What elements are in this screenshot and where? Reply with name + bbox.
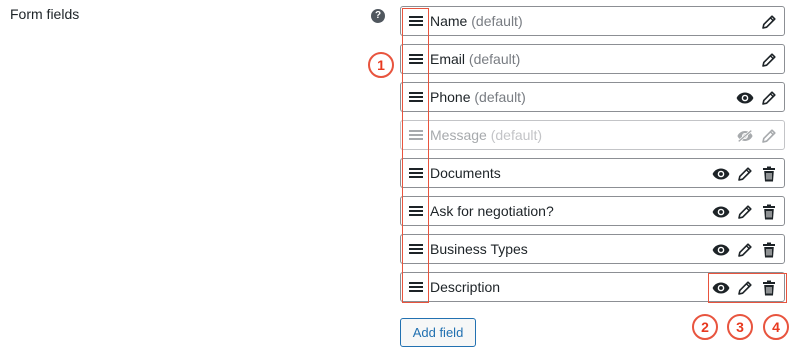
form-field-row[interactable]: Email (default) (400, 44, 785, 74)
field-label: Ask for negotiation? (430, 203, 554, 219)
trash-icon[interactable] (760, 241, 778, 259)
field-actions (736, 127, 778, 145)
default-tag: (default) (474, 89, 526, 105)
default-tag: (default) (471, 13, 523, 29)
help-icon[interactable]: ? (371, 9, 385, 23)
eye-slash-icon[interactable] (736, 127, 754, 145)
field-actions (712, 241, 778, 259)
field-actions (760, 13, 778, 31)
form-field-row[interactable]: Message (default) (400, 120, 785, 150)
field-actions (712, 279, 778, 297)
pencil-icon[interactable] (736, 203, 754, 221)
field-label: Description (430, 279, 500, 295)
eye-icon[interactable] (712, 203, 730, 221)
field-name: Description (430, 279, 501, 295)
drag-handle-icon[interactable] (409, 281, 423, 293)
callout-1: 1 (368, 52, 394, 78)
field-name: Ask for negotiation? (430, 203, 554, 219)
pencil-icon[interactable] (736, 279, 754, 297)
drag-handle-icon[interactable] (409, 91, 423, 103)
field-label: Phone (default) (430, 89, 526, 105)
default-tag: (default) (490, 127, 543, 143)
field-actions (712, 165, 778, 183)
pencil-icon[interactable] (760, 51, 778, 69)
section-label: Form fields (10, 6, 80, 22)
drag-handle-icon[interactable] (409, 243, 423, 255)
trash-icon[interactable] (760, 203, 778, 221)
field-label: Business Types (430, 241, 528, 257)
pencil-icon[interactable] (760, 89, 778, 107)
field-name: Email (430, 51, 466, 67)
add-field-button[interactable]: Add field (400, 318, 476, 347)
callout-3: 3 (727, 314, 753, 340)
drag-handle-icon[interactable] (409, 129, 423, 141)
field-actions (736, 89, 778, 107)
field-name: Name (430, 13, 468, 29)
trash-icon[interactable] (760, 165, 778, 183)
field-label: Email (default) (430, 51, 520, 67)
field-name: Documents (430, 165, 501, 181)
pencil-icon[interactable] (760, 13, 778, 31)
form-field-row[interactable]: Documents (400, 158, 785, 188)
field-actions (760, 51, 778, 69)
form-field-row[interactable]: Business Types (400, 234, 785, 264)
drag-handle-icon[interactable] (409, 167, 423, 179)
callout-4: 4 (763, 314, 789, 340)
pencil-icon[interactable] (736, 241, 754, 259)
field-name: Business Types (430, 241, 528, 257)
eye-icon[interactable] (712, 279, 730, 297)
eye-icon[interactable] (712, 241, 730, 259)
eye-icon[interactable] (712, 165, 730, 183)
field-actions (712, 203, 778, 221)
drag-handle-icon[interactable] (409, 53, 423, 65)
drag-handle-icon[interactable] (409, 15, 423, 27)
drag-handle-icon[interactable] (409, 205, 423, 217)
field-name: Message (430, 127, 487, 143)
pencil-icon[interactable] (736, 165, 754, 183)
field-label: Name (default) (430, 13, 523, 29)
default-tag: (default) (468, 51, 521, 67)
callout-2: 2 (692, 314, 718, 340)
form-field-row[interactable]: Description (400, 272, 785, 302)
field-label: Documents (430, 165, 501, 181)
eye-icon[interactable] (736, 89, 754, 107)
field-label: Message (default) (430, 127, 542, 143)
form-field-row[interactable]: Ask for negotiation? (400, 196, 785, 226)
form-field-row[interactable]: Phone (default) (400, 82, 785, 112)
form-field-row[interactable]: Name (default) (400, 6, 785, 36)
pencil-icon[interactable] (760, 127, 778, 145)
field-name: Phone (430, 89, 471, 105)
trash-icon[interactable] (760, 279, 778, 297)
